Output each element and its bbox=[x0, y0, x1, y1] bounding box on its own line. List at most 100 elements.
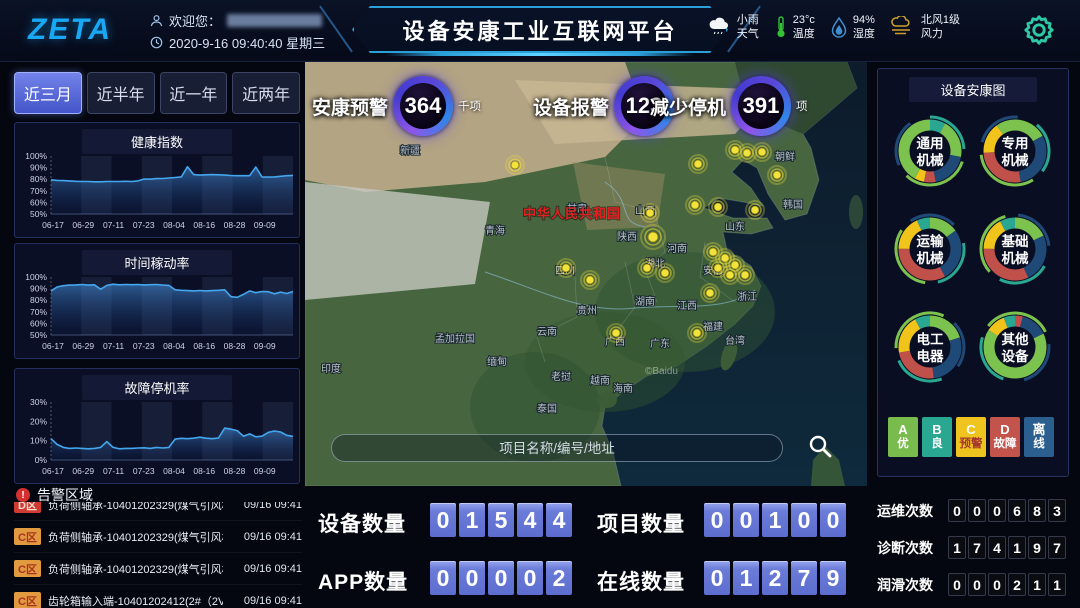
map-label: 云南 bbox=[537, 325, 557, 338]
svg-text:08-04: 08-04 bbox=[163, 341, 185, 351]
digit-box: 0 bbox=[988, 499, 1006, 522]
project-count-digits: 00100 bbox=[704, 503, 846, 537]
map-marker[interactable] bbox=[736, 266, 754, 284]
online-count-label: 在线数量 bbox=[597, 566, 685, 596]
alert-list: D区负荷侧轴承-10401202329(煤气引风机电...09/16 09:41… bbox=[14, 502, 302, 608]
digit-box: 0 bbox=[791, 503, 817, 537]
health-gauge-0[interactable]: 通用机械 bbox=[890, 111, 970, 191]
alert-row[interactable]: C区齿轮箱输入端-10401202412(2#（2V）...09/16 09:4… bbox=[14, 585, 302, 608]
line-chart-2: 0%10%20%30%06-1706-2907-1107-2308-0408-1… bbox=[17, 396, 299, 483]
digit-box: 2 bbox=[546, 561, 572, 595]
map-marker[interactable] bbox=[689, 155, 707, 173]
map-marker[interactable] bbox=[746, 201, 764, 219]
map-marker[interactable] bbox=[607, 324, 625, 342]
kpi-ring: 391 bbox=[731, 76, 791, 136]
kpi-label: 设备报警 bbox=[533, 93, 609, 120]
kpi-health-warning: 安康预警 364 千项 bbox=[312, 75, 481, 137]
kpi-label: 安康预警 bbox=[312, 93, 388, 120]
health-gauge-1[interactable]: 专用机械 bbox=[975, 111, 1055, 191]
svg-text:10%: 10% bbox=[30, 436, 47, 446]
tab-last-1-year[interactable]: 近一年 bbox=[160, 72, 228, 114]
lubrication-count-label: 润滑次数 bbox=[877, 575, 939, 595]
svg-text:0%: 0% bbox=[35, 455, 48, 465]
health-gauge-2[interactable]: 运输机械 bbox=[890, 209, 970, 289]
online-count-digits: 01279 bbox=[704, 561, 846, 595]
alert-row[interactable]: D区负荷侧轴承-10401202329(煤气引风机电...09/16 09:41 bbox=[14, 502, 302, 521]
health-gauge-5[interactable]: 其他设备 bbox=[975, 307, 1055, 387]
svg-text:70%: 70% bbox=[30, 186, 47, 196]
map-marker[interactable] bbox=[641, 204, 659, 222]
map-label: 山东 bbox=[725, 220, 745, 233]
app-count-label: APP数量 bbox=[318, 566, 408, 596]
legend-item: D故障 bbox=[990, 417, 1020, 457]
map-marker[interactable] bbox=[686, 196, 704, 214]
user-icon bbox=[150, 14, 163, 27]
alert-icon: ! bbox=[16, 488, 30, 502]
health-gauge-4[interactable]: 电工电器 bbox=[890, 307, 970, 387]
svg-text:80%: 80% bbox=[30, 174, 47, 184]
svg-text:100%: 100% bbox=[25, 151, 47, 161]
zeta-logo: ZETA bbox=[28, 13, 112, 47]
platform-title-frame: 设备安康工业互联网平台 bbox=[352, 6, 728, 53]
dashboard-root: ZETA 欢迎您： 2020-9-16 09:40:40 星期三 设备安 bbox=[0, 0, 1080, 608]
map-marker[interactable] bbox=[688, 324, 706, 342]
alert-time: 09/16 09:41 bbox=[244, 563, 302, 575]
map-label: 越南 bbox=[590, 374, 610, 387]
kpi-label: 减少停机 bbox=[650, 93, 726, 120]
thermometer-icon bbox=[774, 15, 788, 39]
search-icon[interactable] bbox=[807, 433, 833, 464]
map-marker[interactable] bbox=[638, 259, 656, 277]
health-index-panel: 健康指数 50%60%70%80%90%100%06-1706-2907-110… bbox=[14, 122, 300, 238]
svg-text:机械: 机械 bbox=[917, 250, 945, 266]
digit-box: 7 bbox=[791, 561, 817, 595]
map-label: 江西 bbox=[677, 300, 697, 312]
map-marker[interactable] bbox=[709, 198, 727, 216]
map-marker[interactable] bbox=[506, 156, 524, 174]
map-marker[interactable] bbox=[641, 225, 665, 249]
project-search-box bbox=[331, 434, 783, 462]
tab-last-3-months[interactable]: 近三月 bbox=[14, 72, 82, 114]
tab-last-6-months[interactable]: 近半年 bbox=[87, 72, 155, 114]
device-count-digits: 01544 bbox=[430, 503, 572, 537]
alert-time: 09/16 09:41 bbox=[244, 502, 302, 511]
svg-text:08-04: 08-04 bbox=[163, 220, 185, 230]
user-name-redacted bbox=[227, 14, 322, 27]
svg-text:机械: 机械 bbox=[1002, 250, 1030, 266]
page-title: 设备安康工业互联网平台 bbox=[352, 6, 728, 53]
header: ZETA 欢迎您： 2020-9-16 09:40:40 星期三 设备安 bbox=[0, 0, 1080, 62]
tab-last-2-years[interactable]: 近两年 bbox=[232, 72, 300, 114]
map-marker[interactable] bbox=[701, 284, 719, 302]
map-marker[interactable] bbox=[656, 264, 674, 282]
alert-zone-badge: D区 bbox=[14, 502, 41, 513]
svg-text:30%: 30% bbox=[30, 397, 47, 407]
kpi-unit: 项 bbox=[796, 98, 808, 114]
svg-text:20%: 20% bbox=[30, 416, 47, 426]
project-count-label: 项目数量 bbox=[597, 508, 685, 538]
map-label: 印度 bbox=[321, 362, 341, 375]
map-label: 新疆 bbox=[400, 144, 420, 157]
digit-box: 3 bbox=[1048, 499, 1066, 522]
map-label: 老挝 bbox=[551, 370, 571, 383]
svg-text:07-23: 07-23 bbox=[133, 341, 155, 351]
search-input[interactable] bbox=[332, 435, 782, 461]
map-marker[interactable] bbox=[581, 271, 599, 289]
weather-bar: 小雨天气 23°c温度 94%湿度 bbox=[708, 13, 960, 42]
alert-row[interactable]: C区负荷侧轴承-10401202329(煤气引风机电...09/16 09:41 bbox=[14, 553, 302, 585]
alert-row[interactable]: C区负荷侧轴承-10401202329(煤气引风机电...09/16 09:41 bbox=[14, 521, 302, 553]
map-label: 浙江 bbox=[737, 291, 757, 303]
map-marker[interactable] bbox=[557, 259, 575, 277]
svg-text:70%: 70% bbox=[30, 307, 47, 317]
digit-box: 0 bbox=[988, 573, 1006, 596]
map-marker[interactable] bbox=[768, 166, 786, 184]
svg-text:60%: 60% bbox=[30, 197, 47, 207]
map-marker[interactable] bbox=[738, 144, 756, 162]
china-map[interactable]: 朝鲜韩国新疆青海甘肃陕西山西山东河南湖北湖南江西安徽浙江福建广东广西贵州云南四川… bbox=[305, 62, 867, 486]
health-gauge-3[interactable]: 基础机械 bbox=[975, 209, 1055, 289]
settings-gear-icon[interactable] bbox=[1020, 11, 1058, 54]
digit-box: 7 bbox=[1048, 536, 1066, 559]
digit-box: 0 bbox=[820, 503, 846, 537]
alert-zone-badge: C区 bbox=[14, 560, 41, 577]
svg-text:60%: 60% bbox=[30, 318, 47, 328]
digit-box: 0 bbox=[704, 503, 730, 537]
time-range-tabs: 近三月 近半年 近一年 近两年 bbox=[14, 72, 300, 114]
